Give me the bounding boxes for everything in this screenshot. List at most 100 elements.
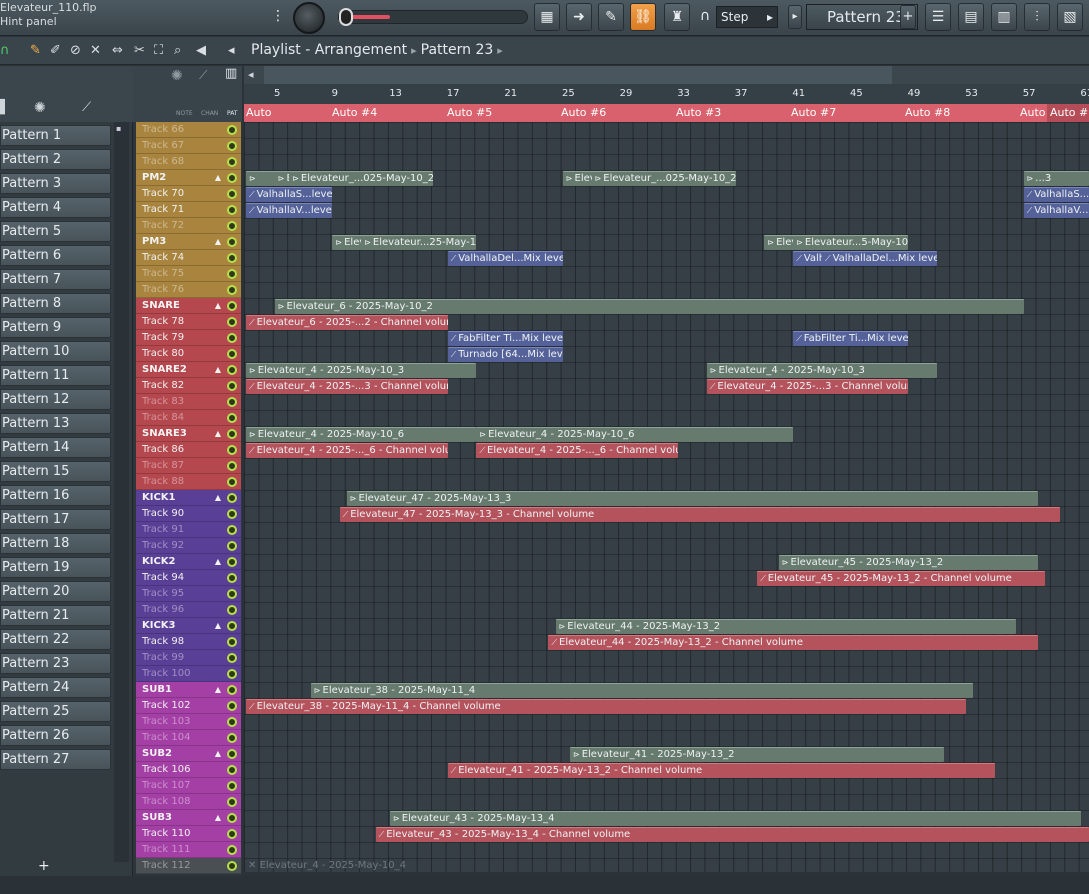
track-header[interactable]: Track 84 — [136, 410, 241, 426]
track-header[interactable]: Track 99 — [136, 650, 241, 666]
track-header[interactable]: Track 82 — [136, 378, 241, 394]
track-header[interactable]: Track 72 — [136, 218, 241, 234]
scroll-left-icon[interactable]: ◂ — [248, 68, 254, 81]
audio-clip[interactable]: ⊳ Elevateur_44 - 2025-May-13_2 — [555, 618, 1017, 634]
collapse-arrow-icon[interactable]: ▲ — [215, 554, 221, 569]
track-header[interactable]: Track 96 — [136, 602, 241, 618]
track-enable-led[interactable] — [227, 717, 237, 727]
track-enable-led[interactable] — [227, 221, 237, 231]
track-header[interactable]: Track 92 — [136, 538, 241, 554]
pattern-item[interactable]: Pattern 21 — [0, 605, 111, 626]
arrow-icon[interactable]: ➜ — [566, 3, 592, 31]
track-header[interactable]: Track 106 — [136, 762, 241, 778]
track-header[interactable]: Track 111 — [136, 842, 241, 858]
track-group-header[interactable]: PM3 ▲ — [136, 234, 241, 250]
track-group-header[interactable]: SNARE3 ▲ — [136, 426, 241, 442]
track-group-header[interactable]: KICK1 ▲ — [136, 490, 241, 506]
track-enable-led[interactable] — [227, 317, 237, 327]
timeline-marker[interactable]: Auto #7 — [791, 106, 836, 119]
picker-scrollbar[interactable] — [114, 122, 129, 862]
audio-clip[interactable]: ⊳ Elevateur_...025-May-10_2 — [289, 170, 434, 186]
pattern-item[interactable]: Pattern 17 — [0, 509, 111, 530]
track-header[interactable]: Track 76 — [136, 282, 241, 298]
playlist-grid[interactable]: ⊳⊳Ele...10_2⊳Elevateur_...025-May-10_2⊳E… — [244, 122, 1089, 872]
track-enable-led[interactable] — [227, 669, 237, 679]
timeline-ruler[interactable]: ◂ 59131721252933374145495357616569737781… — [244, 66, 1089, 122]
track-enable-led[interactable] — [227, 301, 237, 311]
breadcrumb-pattern[interactable]: Pattern 23 — [421, 42, 494, 58]
collapse-arrow-icon[interactable]: ▲ — [215, 682, 221, 697]
track-enable-led[interactable] — [227, 381, 237, 391]
collapse-arrow-icon[interactable]: ▲ — [215, 426, 221, 441]
pattern-item[interactable]: Pattern 24 — [0, 677, 111, 698]
pattern-item[interactable]: Pattern 20 — [0, 581, 111, 602]
collapse-arrow-icon[interactable]: ▲ — [215, 298, 221, 313]
zoom-icon[interactable]: ⌕ — [174, 43, 181, 58]
audio-clip[interactable]: ⊳ Elevateur_43 - 2025-May-13_4 — [390, 810, 1082, 826]
collapse-arrow-icon[interactable]: ▲ — [215, 746, 221, 761]
track-header[interactable]: Track 104 — [136, 730, 241, 746]
collapse-arrow-icon[interactable]: ▲ — [215, 170, 221, 185]
pattern-item[interactable]: Pattern 9 — [0, 317, 111, 338]
track-enable-led[interactable] — [227, 413, 237, 423]
audio-clip[interactable]: ⊳ Elevateur_...025-May-10_2 — [591, 170, 736, 186]
piano-roll-icon[interactable]: ▤ — [958, 3, 984, 31]
marker-auto-9[interactable]: Auto #9 — [1047, 104, 1089, 122]
audio-clip[interactable]: ⊳ Elevateur_4 - 2025-May-10_3 — [246, 362, 477, 378]
automation-clip[interactable]: ⟋ Elevateur_41 - 2025-May-13_2 - Channel … — [447, 762, 995, 778]
delete-icon[interactable]: ⊘ — [70, 43, 81, 58]
track-header[interactable]: Track 107 — [136, 778, 241, 794]
track-header[interactable]: Track 91 — [136, 522, 241, 538]
pattern-item[interactable]: Pattern 14 — [0, 437, 111, 458]
track-enable-led[interactable] — [227, 541, 237, 551]
audio-clip[interactable]: ⊳ ...3 — [1023, 170, 1089, 186]
track-enable-led[interactable] — [227, 445, 237, 455]
pattern-item[interactable]: Pattern 11 — [0, 365, 111, 386]
track-enable-led[interactable] — [227, 157, 237, 167]
track-group-header[interactable]: SUB3 ▲ — [136, 810, 241, 826]
pattern-item[interactable]: Pattern 10 — [0, 341, 111, 362]
snap-select[interactable]: Step ▸ — [716, 6, 778, 28]
automation-clip[interactable]: ⟋ValhallaDel...Mix level — [447, 250, 563, 266]
automation-clip[interactable]: ⟋ ValhallaS...level — [246, 186, 333, 202]
track-enable-led[interactable] — [227, 461, 237, 471]
automation-clip[interactable]: ⟋ FabFilter Ti...Mix level — [447, 330, 563, 346]
add-pattern-button[interactable]: + — [38, 858, 50, 874]
track-header[interactable]: Track 87 — [136, 458, 241, 474]
brush-icon[interactable]: ✎ — [598, 3, 624, 31]
automation-clip[interactable]: ⟋ ValhallaV...level — [246, 202, 333, 218]
pattern-item[interactable]: Pattern 15 — [0, 461, 111, 482]
select-icon[interactable]: ⛶ — [154, 43, 163, 58]
track-group-header[interactable]: KICK3 ▲ — [136, 618, 241, 634]
automation-clip[interactable]: ⟋ Elevateur_45 - 2025-May-13_2 - Channel … — [757, 570, 1046, 586]
track-enable-led[interactable] — [227, 829, 237, 839]
automation-clip[interactable]: ⟋ Elevateur_44 - 2025-May-13_2 - Channel … — [548, 634, 1038, 650]
pattern-item[interactable]: Pattern 25 — [0, 701, 111, 722]
bar-numbers[interactable]: 5913172125293337414549535761656973778185… — [244, 84, 1089, 104]
arrangement-overview[interactable] — [264, 66, 892, 84]
pattern-item[interactable]: Pattern 16 — [0, 485, 111, 506]
pattern-item[interactable]: Pattern 1 — [0, 125, 111, 146]
track-enable-led[interactable] — [227, 365, 237, 375]
track-enable-led[interactable] — [227, 477, 237, 487]
slice-icon[interactable]: ✂ — [134, 43, 145, 58]
track-header[interactable]: Track 68 — [136, 154, 241, 170]
track-group-header[interactable]: KICK2 ▲ — [136, 554, 241, 570]
audio-clip[interactable]: ⊳ Elevateur_4 - 2025-May-10_6 — [476, 426, 794, 442]
track-header[interactable]: Track 86 — [136, 442, 241, 458]
collapse-arrow-icon[interactable]: ▲ — [215, 618, 221, 633]
pattern-item[interactable]: Pattern 6 — [0, 245, 111, 266]
audio-clip-icon[interactable]: ✺ — [171, 68, 183, 84]
automation-icon[interactable]: ⟋ — [82, 100, 91, 115]
track-enable-led[interactable] — [227, 189, 237, 199]
audio-clip-icon[interactable]: ✺ — [34, 100, 46, 116]
track-header[interactable]: Track 66 — [136, 122, 241, 138]
pattern-prev-icon[interactable]: ▸ — [788, 5, 802, 29]
timeline-marker[interactable]: Auto — [1020, 106, 1046, 119]
mixer-icon[interactable]: ⫶ — [1024, 3, 1050, 31]
marker-row[interactable]: Auto Auto #4 Auto #5 Auto #6 Auto #3 Auto #7 A… — [244, 104, 1089, 122]
track-header[interactable]: Track 95 — [136, 586, 241, 602]
track-header[interactable]: Track 90 — [136, 506, 241, 522]
slip-icon[interactable]: ⇔ — [112, 43, 123, 58]
timeline-marker[interactable]: Auto #5 — [447, 106, 492, 119]
